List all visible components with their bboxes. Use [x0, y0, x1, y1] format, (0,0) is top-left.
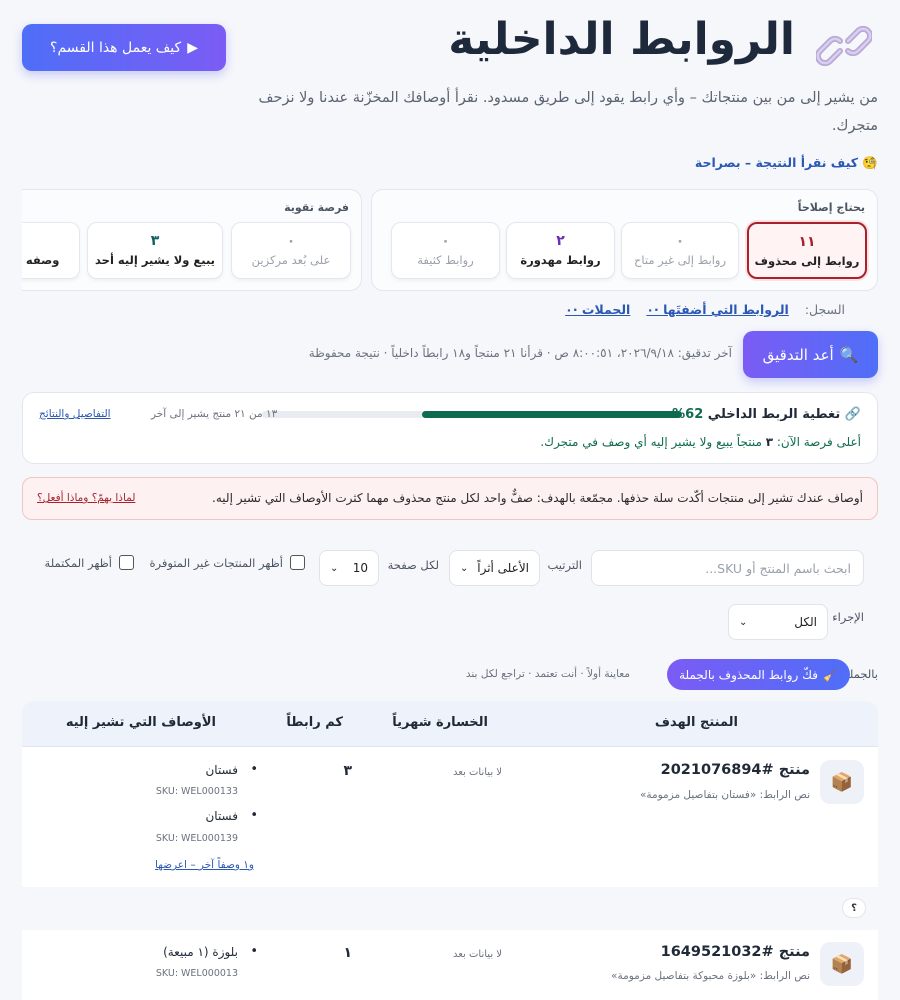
show-completed-toggle[interactable]: أظهر المكتملة: [45, 555, 134, 570]
table-header: المنتج الهدف الخسارة شهرياً كم رابطاً ال…: [22, 701, 878, 747]
header-referring-descriptions: الأوصاف التي تشير إليه: [65, 715, 216, 730]
boost-opportunity-group: فرصة تقوية ٠ على بُعد مركزين ٣ يبيع ولا …: [22, 189, 362, 291]
alert-text: أوصاف عندك تشير إلى منتجات أكّدت سلة حذف…: [212, 491, 863, 505]
needs-fix-label: يحتاج إصلاحاً: [797, 201, 865, 214]
product-name[interactable]: منتج #1649521032: [661, 944, 810, 960]
product-box-icon: 📦: [820, 942, 864, 986]
alert-help-link[interactable]: لماذا يهمّ؟ وماذا أفعل؟: [37, 492, 135, 504]
header-link-count: كم رابطاً: [286, 715, 343, 730]
link-text: نص الرابط: «فستان بتفاصيل مزمومة»: [639, 789, 810, 801]
link-text: نص الرابط: «بلوزة محبوكة بتفاصيل مزمومة»: [611, 970, 810, 982]
ref-description-name[interactable]: بلوزة (١ مبيعة): [163, 944, 258, 959]
question-badge[interactable]: ؟: [842, 898, 866, 918]
bulk-note: معاينة أولاً · أنت تعتمد · تراجع لكل بند: [465, 668, 630, 680]
log-row: السجل: الروابط التي أضفتَها ·٠ الحملات ·…: [565, 302, 845, 317]
show-more-link[interactable]: و١ وصفاً آخر – اعرضها: [155, 859, 254, 871]
log-label: السجل:: [804, 302, 845, 317]
search-input[interactable]: [591, 550, 864, 586]
campaigns-link[interactable]: الحملات ·٠: [565, 302, 630, 317]
link-count: ٣: [343, 763, 352, 779]
ref-description-name[interactable]: فستان: [205, 762, 257, 777]
rerun-audit-button[interactable]: 🔍 أعد التدقيق: [743, 331, 878, 378]
filter-card-deleted-links[interactable]: ١١ روابط إلى محذوف: [747, 222, 867, 279]
coverage-card: 🔗 تغطية الربط الداخلي 62% ١٣ من ٢١ منتج …: [22, 392, 878, 464]
coverage-stat: ١٣ من ٢١ منتج يشير إلى آخر: [151, 408, 278, 420]
boost-label: فرصة تقوية: [284, 201, 349, 214]
ref-description-sku: SKU: WEL000013: [155, 968, 238, 979]
bulb-icon: 🧐: [862, 155, 878, 170]
header-target-product: المنتج الهدف: [654, 715, 738, 730]
how-it-works-button[interactable]: ▶ كيف يعمل هذا القسم؟: [22, 24, 226, 71]
deleted-links-alert: أوصاف عندك تشير إلى منتجات أكّدت سلة حذف…: [22, 477, 878, 520]
filter-card-orphan-sellers[interactable]: ٣ يبيع ولا يشير إليه أحد: [87, 222, 223, 279]
show-completed-checkbox[interactable]: [119, 555, 134, 570]
monthly-loss: لا بيانات بعد: [452, 767, 502, 778]
show-unavailable-toggle[interactable]: أظهر المنتجات غير المتوفرة: [150, 555, 305, 570]
row-separator: ؟: [22, 887, 878, 930]
filter-card-wasted-links[interactable]: ٢ روابط مهدورة: [506, 222, 615, 279]
sort-select[interactable]: الأعلى أثراً ⌄: [449, 550, 540, 586]
coverage-details-link[interactable]: التفاصيل والنتائج: [39, 408, 111, 420]
coverage-progress-fill: [421, 411, 682, 418]
ref-description-sku: SKU: WEL000139: [155, 833, 238, 844]
filter-card-two-hops[interactable]: ٠ على بُعد مركزين: [231, 222, 351, 279]
monthly-loss: لا بيانات بعد: [452, 949, 502, 960]
chevron-down-icon: ⌄: [330, 562, 339, 574]
filter-card-dense-links[interactable]: ٠ روابط كثيفة: [391, 222, 500, 279]
how-it-works-label: كيف يعمل هذا القسم؟: [50, 39, 182, 56]
action-select[interactable]: الكل ⌄: [728, 604, 828, 640]
product-box-icon: 📦: [820, 760, 864, 804]
results-table: المنتج الهدف الخسارة شهرياً كم رابطاً ال…: [22, 701, 878, 1000]
product-name[interactable]: منتج #2021076894: [661, 762, 810, 778]
bulk-unlink-button[interactable]: 🧹 فكّ روابط المحذوف بالجملة: [667, 659, 850, 690]
ref-description-name[interactable]: فستان: [205, 808, 257, 823]
coverage-title: 🔗 تغطية الربط الداخلي 62%: [672, 407, 861, 422]
link-icon: [814, 18, 874, 74]
action-label: الإجراء: [832, 610, 864, 624]
coverage-progress-bar: [262, 411, 682, 418]
per-page-label: لكل صفحة: [387, 558, 439, 572]
per-page-select[interactable]: 10 ⌄: [319, 550, 379, 586]
filter-card-no-links-desc[interactable]: ٨ وصفه بلا روابط: [22, 222, 80, 279]
chevron-down-icon: ⌄: [739, 616, 748, 628]
filter-card-unavailable-links[interactable]: ٠ روابط إلى غير متاح: [621, 222, 739, 279]
page-title: الروابط الداخلية: [448, 14, 795, 65]
broom-icon: 🧹: [822, 667, 838, 682]
links-added-link[interactable]: الروابط التي أضفتَها ·٠: [646, 302, 788, 317]
needs-fix-group: يحتاج إصلاحاً ١١ روابط إلى محذوف ٠ روابط…: [371, 189, 878, 291]
intro-text: من يشير إلى من بين منتجاتك – وأي رابط يق…: [258, 90, 879, 134]
link-count: ١: [343, 945, 352, 961]
header-monthly-loss: الخسارة شهرياً: [392, 715, 488, 730]
chevron-down-icon: ⌄: [460, 562, 469, 574]
search-icon: 🔍: [839, 345, 859, 364]
read-results-link[interactable]: 🧐 كيف نقرأ النتيجة – بصراحة: [695, 155, 878, 171]
coverage-top-opportunity: أعلى فرصة الآن: ٣ منتجاً يبيع ولا يشير إ…: [540, 435, 861, 449]
sort-label: الترتيب: [547, 558, 582, 572]
ref-description-sku: SKU: WEL000133: [155, 786, 238, 797]
show-unavailable-checkbox[interactable]: [290, 555, 305, 570]
last-audit-info: آخر تدقيق: ٢٠٢٦/٩/١٨، ٨:٠٠:٥١ ص · قرأنا …: [308, 346, 732, 360]
link-icon: 🔗: [844, 407, 861, 422]
play-icon: ▶: [187, 39, 198, 56]
